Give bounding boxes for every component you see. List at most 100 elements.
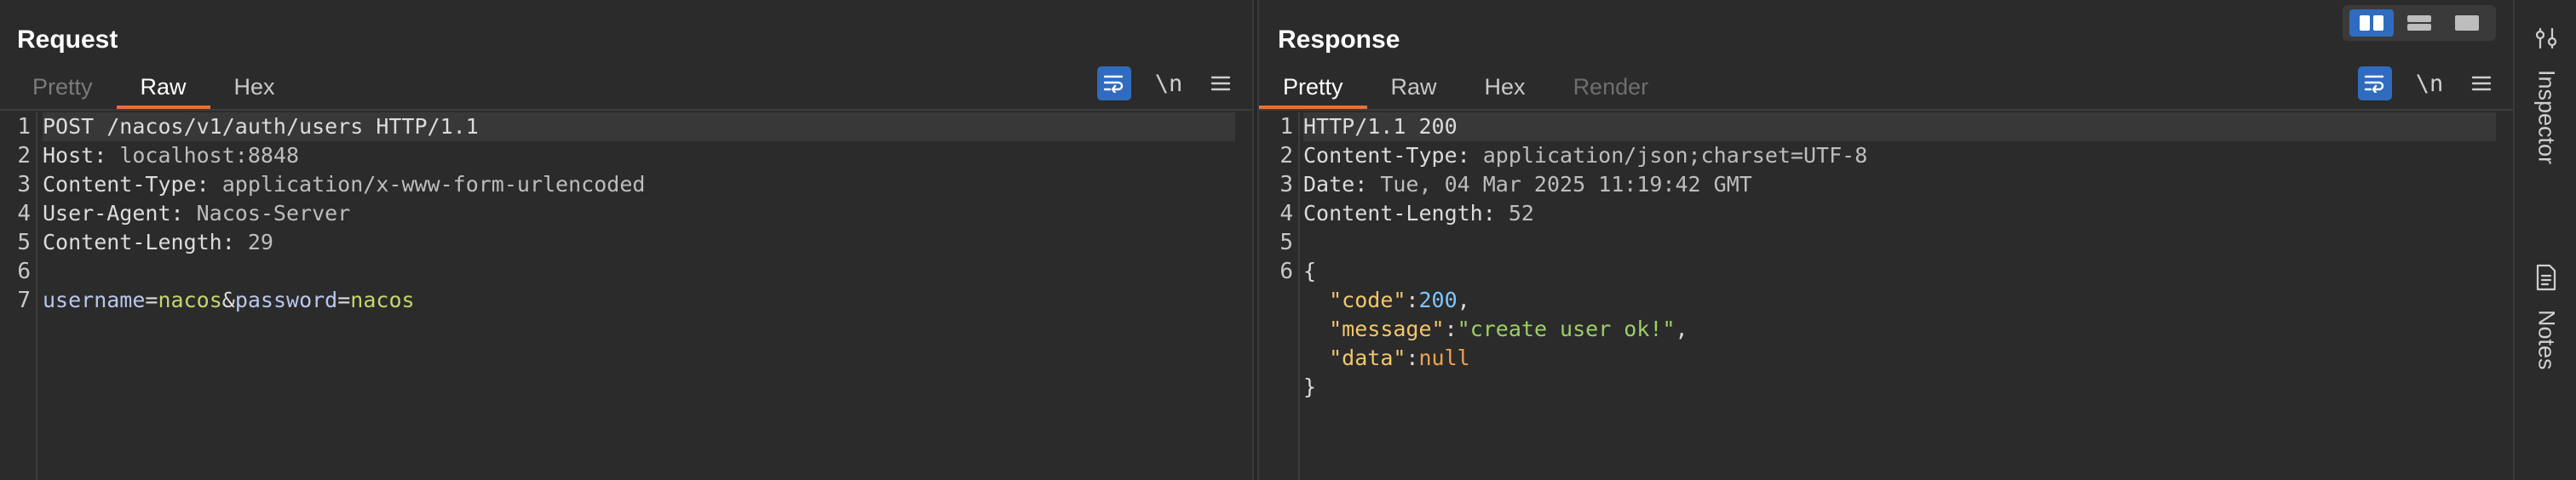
json-code-line: "code":200, <box>1329 288 1470 312</box>
rows-layout-icon <box>2407 15 2431 31</box>
sidebar-item-inspector[interactable]: Inspector <box>2515 26 2576 164</box>
header-value: localhost:8848 <box>106 143 300 168</box>
line-number: 4 <box>17 201 31 226</box>
brace: { <box>1303 259 1317 283</box>
line-number: 2 <box>17 143 31 169</box>
request-toolbar: \n <box>1097 66 1235 100</box>
right-sidebar: Inspector Notes <box>2513 0 2576 480</box>
json-open-brace: { <box>1303 257 2496 286</box>
json-string: "create user ok!" <box>1457 317 1676 341</box>
request-tab-hex[interactable]: Hex <box>210 70 299 109</box>
request-code: POST /nacos/v1/auth/users HTTP/1.1 Host:… <box>43 112 1235 315</box>
param-value: nacos <box>158 288 222 312</box>
response-tabs: Pretty Raw Hex Render <box>1259 70 1672 109</box>
layout-side-by-side-button[interactable] <box>2349 9 2394 37</box>
line-number: 1 <box>17 114 31 140</box>
response-status-line: HTTP/1.1 200 <box>1303 112 2496 141</box>
request-header-content-type: Content-Type: application/x-www-form-url… <box>43 170 1235 199</box>
line-number: 3 <box>1279 172 1293 197</box>
header-value: Nacos-Server <box>183 201 351 226</box>
json-key: "message" <box>1329 317 1445 341</box>
json-key: "data" <box>1329 346 1406 370</box>
inspector-label: Inspector <box>2533 70 2560 165</box>
request-tab-raw[interactable]: Raw <box>116 70 210 109</box>
json-null: null <box>1418 346 1470 370</box>
response-menu-button[interactable] <box>2467 66 2496 100</box>
header-key: Content-Type: <box>43 172 210 197</box>
param-equals: = <box>145 288 158 312</box>
line-number-gutter: 1 2 3 4 5 6 <box>1259 112 1300 480</box>
request-tabs: Pretty Raw Hex <box>9 70 299 109</box>
header-value: 29 <box>234 230 273 254</box>
response-editor[interactable]: 1 2 3 4 5 6 HTTP/1.1 200 Content-Type: a… <box>1259 112 2513 480</box>
wrap-lines-icon <box>1103 75 1124 93</box>
request-header-content-length: Content-Length: 29 <box>43 228 1235 257</box>
param-value: nacos <box>350 288 415 312</box>
param-equals: = <box>337 288 351 312</box>
layout-single-button[interactable] <box>2445 9 2489 37</box>
layout-stacked-button[interactable] <box>2397 9 2441 37</box>
request-header-host: Host: localhost:8848 <box>43 141 1235 170</box>
response-tab-hex[interactable]: Hex <box>1461 70 1550 109</box>
response-tab-pretty[interactable]: Pretty <box>1259 70 1367 109</box>
empty-line <box>43 257 1235 286</box>
header-key: Date: <box>1303 172 1368 197</box>
param-separator: & <box>221 288 235 312</box>
request-line: POST /nacos/v1/auth/users HTTP/1.1 <box>43 112 1235 141</box>
header-key: Content-Length: <box>43 230 235 254</box>
sidebar-item-notes[interactable]: Notes <box>2515 264 2576 370</box>
header-key: Content-Length: <box>1303 201 1496 226</box>
empty-line <box>1303 228 2496 257</box>
line-number: 5 <box>17 230 31 255</box>
header-value: 52 <box>1495 201 1534 226</box>
line-number: 3 <box>17 172 31 197</box>
wrap-lines-icon <box>2364 75 2384 93</box>
hamburger-menu-icon <box>1210 76 1231 91</box>
line-number: 1 <box>1279 114 1293 140</box>
header-value: application/x-www-form-urlencoded <box>209 172 646 197</box>
response-header-content-type: Content-Type: application/json;charset=U… <box>1303 141 2496 170</box>
line-number: 4 <box>1279 201 1293 226</box>
request-header-user-agent: User-Agent: Nacos-Server <box>43 199 1235 228</box>
tab-divider <box>1259 109 2513 111</box>
line-number: 6 <box>1279 259 1293 284</box>
response-header-content-length: Content-Length: 52 <box>1303 199 2496 228</box>
request-pane: Request Pretty Raw Hex \n 1 2 3 4 5 6 7 <box>0 0 1252 480</box>
request-title: Request <box>17 26 118 54</box>
line-number: 6 <box>17 259 31 284</box>
brace: } <box>1303 374 1317 399</box>
status-line: HTTP/1.1 200 <box>1303 114 1458 139</box>
inspector-icon <box>2535 27 2557 49</box>
hamburger-menu-icon <box>2471 76 2492 91</box>
header-key: Content-Type: <box>1303 143 1470 168</box>
layout-switcher <box>2343 5 2496 41</box>
wrap-lines-button[interactable] <box>2358 66 2392 100</box>
param-key: password <box>234 288 338 312</box>
request-body: username=nacos&password=nacos <box>43 286 1235 315</box>
response-header-date: Date: Tue, 04 Mar 2025 11:19:42 GMT <box>1303 170 2496 199</box>
request-editor[interactable]: 1 2 3 4 5 6 7 POST /nacos/v1/auth/users … <box>0 112 1252 480</box>
notes-icon <box>2536 264 2556 291</box>
json-close-brace: } <box>1303 373 2496 402</box>
single-layout-icon <box>2455 15 2479 31</box>
request-menu-button[interactable] <box>1206 66 1235 100</box>
show-newlines-button[interactable]: \n <box>1150 71 1187 97</box>
json-data-line: "data":null <box>1329 346 1470 370</box>
json-number: 200 <box>1418 288 1458 312</box>
response-title: Response <box>1278 26 1400 54</box>
request-method-line: POST /nacos/v1/auth/users HTTP/1.1 <box>43 114 479 139</box>
header-key: User-Agent: <box>43 201 184 226</box>
request-tab-pretty[interactable]: Pretty <box>9 70 117 109</box>
param-key: username <box>43 288 146 312</box>
show-newlines-button[interactable]: \n <box>2411 71 2448 97</box>
line-number: 2 <box>1279 143 1293 169</box>
response-toolbar: \n <box>2358 66 2496 100</box>
pane-splitter[interactable] <box>1252 0 1259 480</box>
response-tab-render[interactable]: Render <box>1550 70 1673 109</box>
json-message-line: "message":"create user ok!", <box>1329 317 1688 341</box>
wrap-lines-button[interactable] <box>1097 66 1131 100</box>
json-key: "code" <box>1329 288 1406 312</box>
line-number: 7 <box>17 288 31 313</box>
header-key: Host: <box>43 143 107 168</box>
response-tab-raw[interactable]: Raw <box>1367 70 1461 109</box>
